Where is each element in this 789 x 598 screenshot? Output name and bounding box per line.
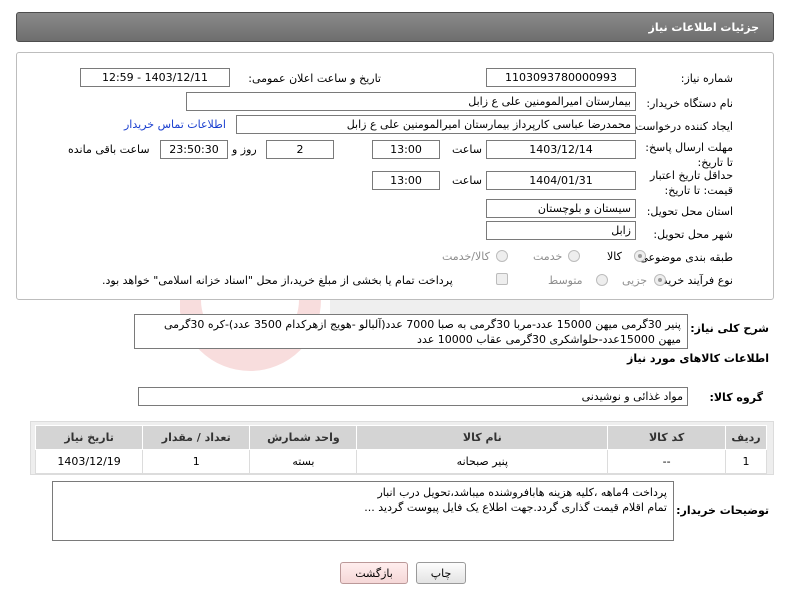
col-code: کد کالا [607,425,727,450]
back-button[interactable]: بازگشت [340,562,408,584]
process-radio-medium[interactable] [596,274,608,286]
buyer-org-field[interactable]: بیمارستان امیرالمومنین علی ع زابل [186,92,636,111]
reply-deadline-date-field[interactable]: 1403/12/14 [486,140,636,159]
buyer-org-label: نام دستگاه خریدار: [646,97,733,110]
category-option-goods-service: کالا/خدمت [442,250,490,263]
cell-name: پنیر صبحانه [356,449,609,474]
cell-date: 1403/12/19 [34,449,144,474]
print-button[interactable]: چاپ [416,562,466,584]
category-radio-goods[interactable] [634,250,646,262]
delivery-city-field[interactable]: زابل [486,221,636,240]
general-description-line-2: میهن 15000عدد-حلواشکری 30گرمی عقاب 10000… [417,333,681,346]
cell-qty: 1 [142,449,251,474]
page-title: جزئیات اطلاعات نیاز [648,21,760,34]
col-date: تاریخ نیاز [34,425,144,450]
page-header: جزئیات اطلاعات نیاز [16,12,774,42]
delivery-province-label: استان محل تحویل: [646,205,733,218]
category-radio-service[interactable] [568,250,580,262]
items-table-container: ردیف کد کالا نام کالا واحد شمارش تعداد /… [30,421,774,475]
remaining-time-field[interactable]: 23:50:30 [160,140,228,159]
col-qty: تعداد / مقدار [142,425,251,450]
goods-group-field[interactable]: مواد غذائی و نوشیدنی [138,387,688,406]
price-time-label: ساعت [452,174,482,187]
delivery-city-label: شهر محل تحویل: [653,228,733,241]
items-table-header: ردیف کد کالا نام کالا واحد شمارش تعداد /… [34,425,767,450]
process-radio-minor[interactable] [654,274,666,286]
col-unit: واحد شمارش [249,425,358,450]
announce-datetime-label: تاریخ و ساعت اعلان عمومی: [248,72,381,85]
general-description-label: شرح کلی نیاز: [690,322,769,335]
buyer-notes-line-1: پرداخت 4ماهه ،کلیه هزینه هابافروشنده میب… [377,486,667,499]
requester-label: ایجاد کننده درخواست: [631,120,733,133]
cell-code: -- [607,449,727,474]
buyer-contact-link[interactable]: اطلاعات تماس خریدار [124,118,226,131]
buyer-notes-line-2: تمام اقلام قیمت گذاری گردد.جهت اطلاع یک … [364,501,667,514]
remaining-label: ساعت باقی مانده [68,143,150,156]
buyer-notes-field[interactable]: پرداخت 4ماهه ،کلیه هزینه هابافروشنده میب… [52,481,674,541]
col-name: نام کالا [356,425,609,450]
reply-deadline-time-field[interactable]: 13:00 [372,140,440,159]
announce-datetime-field[interactable]: 1403/12/11 - 12:59 [80,68,230,87]
treasury-payment-checkbox[interactable] [496,273,508,285]
price-validity-date-field[interactable]: 1404/01/31 [486,171,636,190]
treasury-payment-note: پرداخت تمام یا بخشی از مبلغ خرید،از محل … [102,274,453,287]
general-description-field[interactable]: پنیر 30گرمی میهن 15000 عدد-مربا 30گرمی ب… [134,314,688,349]
col-row: ردیف [725,425,767,450]
days-label: روز و [232,143,257,156]
need-number-label: شماره نیاز: [680,72,733,85]
price-validity-time-field[interactable]: 13:00 [372,171,440,190]
reply-deadline-label: مهلت ارسال پاسخ: تا تاریخ: [645,141,733,169]
goods-group-label: گروه کالا: [709,391,763,404]
cell-row: 1 [725,449,767,474]
process-option-minor: جزیی [622,274,648,287]
process-option-medium: متوسط [548,274,583,287]
general-description-line-1: پنیر 30گرمی میهن 15000 عدد-مربا 30گرمی ب… [164,318,681,331]
remaining-days-field[interactable]: 2 [266,140,334,159]
category-label: طبقه بندی موضوعی: [635,251,733,264]
category-option-service: خدمت [533,250,563,263]
cell-unit: بسته [249,449,358,474]
requester-field[interactable]: محمدرضا عباسی کارپرداز بیمارستان امیرالم… [236,115,636,134]
purchase-process-label: نوع فرآیند خرید : [655,274,733,287]
category-radio-goods-service[interactable] [496,250,508,262]
category-option-goods: کالا [607,250,622,263]
items-table: ردیف کد کالا نام کالا واحد شمارش تعداد /… [34,425,767,474]
price-validity-label: حداقل تاریخ اعتبار قیمت: تا تاریخ: [649,169,733,197]
delivery-province-field[interactable]: سیستان و بلوچستان [486,199,636,218]
reply-time-label: ساعت [452,143,482,156]
table-row[interactable]: 1 -- پنیر صبحانه بسته 1 1403/12/19 [34,449,767,474]
goods-info-title: اطلاعات کالاهای مورد نیاز [627,352,769,365]
buyer-notes-label: توضیحات خریدار: [676,504,769,517]
need-number-field[interactable]: 1103093780000993 [486,68,636,87]
